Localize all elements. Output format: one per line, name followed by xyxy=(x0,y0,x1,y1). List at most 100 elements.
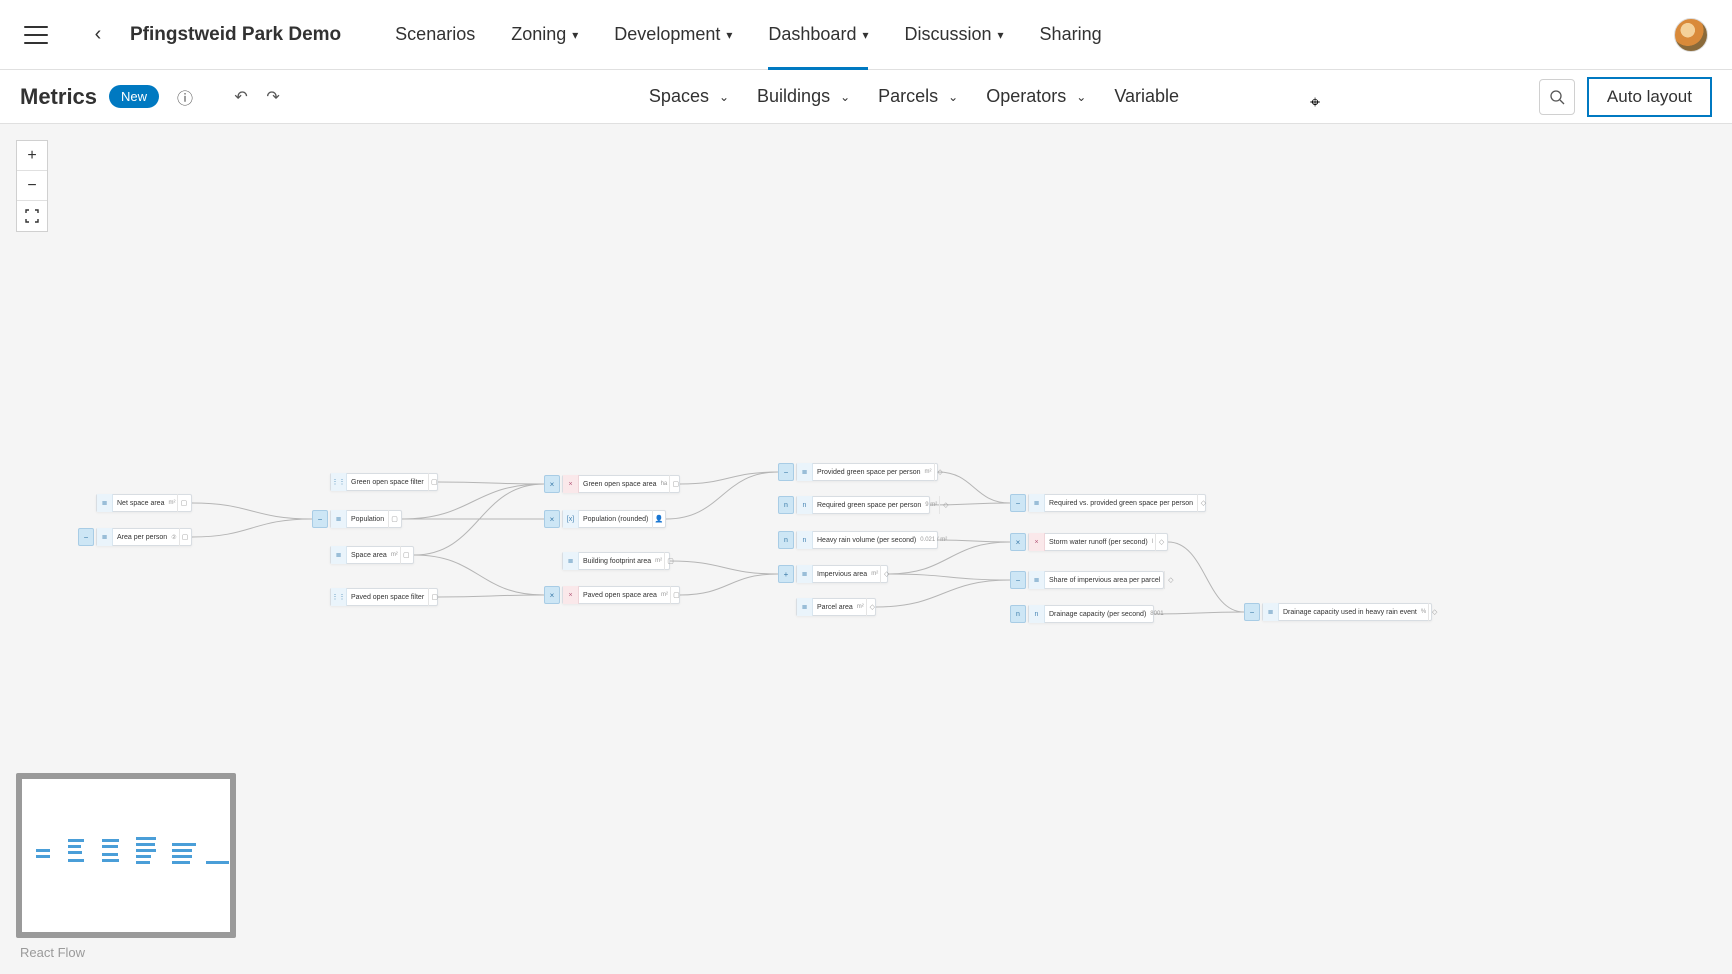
flow-node[interactable]: ≣Area per person②▢ xyxy=(96,528,192,546)
nav-zoning[interactable]: Zoning▾ xyxy=(493,0,596,70)
flow-node[interactable]: ×Paved open space aream²▢ xyxy=(562,586,680,604)
hamburger-icon[interactable] xyxy=(24,26,48,44)
node-inport[interactable] xyxy=(1010,571,1026,589)
node-output-icon: ◇ xyxy=(880,565,892,583)
node-inport[interactable] xyxy=(778,565,794,583)
flow-node[interactable]: nDrainage capacity (per second)8001 xyxy=(1028,605,1154,623)
node-unit: m² xyxy=(391,552,400,558)
canvas[interactable]: + − ≣Net space aream²▢ ≣Area per person②▢… xyxy=(0,124,1732,974)
node-inport[interactable] xyxy=(312,510,328,528)
auto-layout-button[interactable]: Auto layout xyxy=(1587,77,1712,117)
node-unit: m² xyxy=(925,469,934,475)
node-inport[interactable] xyxy=(1010,494,1026,512)
flow-node[interactable]: ≣Parcel aream²◇ xyxy=(796,598,876,616)
node-label: Parcel area xyxy=(813,604,857,611)
flow-node[interactable]: ≣Space aream²▢ xyxy=(330,546,414,564)
chevron-down-icon: ⌄ xyxy=(719,90,729,104)
node-type-icon: n xyxy=(1029,605,1045,623)
flow-node[interactable]: nHeavy rain volume (per second)0.021 / m… xyxy=(796,531,938,549)
flow-node[interactable]: ≣Drainage capacity used in heavy rain ev… xyxy=(1262,603,1432,621)
zoom-controls: + − xyxy=(16,140,48,232)
back-button[interactable]: ‹ xyxy=(86,23,110,47)
node-output-icon: ◇ xyxy=(866,598,878,616)
info-icon[interactable]: ⓘ xyxy=(169,81,201,113)
node-output-icon: ▢ xyxy=(428,588,440,606)
toolbar-spaces[interactable]: Spaces ⌄ xyxy=(649,86,729,107)
node-output-icon: ▢ xyxy=(428,473,440,491)
node-label: Green open space area xyxy=(579,481,661,488)
flow-node[interactable]: nRequired green space per person9 m²◇ xyxy=(796,496,930,514)
nav-development[interactable]: Development▾ xyxy=(596,0,750,70)
node-label: Storm water runoff (per second) xyxy=(1045,539,1152,546)
node-unit: m² xyxy=(871,571,880,577)
undo-icon[interactable]: ↶ xyxy=(225,81,257,113)
minimap[interactable] xyxy=(16,773,236,938)
new-badge[interactable]: New xyxy=(109,85,159,108)
node-inport[interactable] xyxy=(1010,533,1026,551)
avatar[interactable] xyxy=(1674,18,1708,52)
node-unit: m² xyxy=(661,592,670,598)
page-title: Metrics xyxy=(20,84,97,110)
flow-node[interactable]: ≣Net space aream²▢ xyxy=(96,494,192,512)
chevron-down-icon: ⌄ xyxy=(948,90,958,104)
node-output-icon: ▢ xyxy=(400,546,412,564)
node-type-icon: [x] xyxy=(563,510,579,528)
node-inport[interactable] xyxy=(778,463,794,481)
node-output-icon: ◇ xyxy=(1164,571,1176,589)
flow-node[interactable]: ⋮⋮Green open space filter▢ xyxy=(330,473,438,491)
node-inport[interactable] xyxy=(78,528,94,546)
toolbar-drop-label: Spaces xyxy=(649,86,709,107)
node-inport[interactable] xyxy=(544,510,560,528)
toolbar-parcels[interactable]: Parcels⌄ xyxy=(878,86,958,107)
flow-node[interactable]: ≣Share of impervious area per parcel◇ xyxy=(1028,571,1164,589)
nav-dashboard[interactable]: Dashboard▾ xyxy=(750,0,886,70)
zoom-in-button[interactable]: + xyxy=(17,141,47,171)
flow-node[interactable]: ≣Building footprint aream²▢ xyxy=(562,552,670,570)
toolbar-operators[interactable]: Operators⌄ xyxy=(986,86,1086,107)
flow-node[interactable]: ≣Provided green space per personm²◇ xyxy=(796,463,938,481)
flow-node[interactable]: ×Storm water runoff (per second)l◇ xyxy=(1028,533,1168,551)
toolbar-variable[interactable]: Variable xyxy=(1114,86,1179,107)
search-icon[interactable] xyxy=(1539,79,1575,115)
node-output-icon: ◇ xyxy=(1428,603,1440,621)
node-label: Drainage capacity (per second) xyxy=(1045,611,1150,618)
flow-node[interactable]: ≣Required vs. provided green space per p… xyxy=(1028,494,1206,512)
node-unit: m² xyxy=(857,604,866,610)
node-output-icon: ▢ xyxy=(179,528,191,546)
node-unit: 8001 xyxy=(1150,611,1165,617)
node-type-icon: ≣ xyxy=(331,546,347,564)
node-inport[interactable] xyxy=(1010,605,1026,623)
flow-node[interactable]: ⋮⋮Paved open space filter▢ xyxy=(330,588,438,606)
node-output-icon: ◇ xyxy=(939,496,951,514)
node-label: Provided green space per person xyxy=(813,469,925,476)
chevron-down-icon: ▾ xyxy=(862,28,868,42)
redo-icon[interactable]: ↷ xyxy=(257,81,289,113)
nav-scenarios[interactable]: Scenarios xyxy=(377,0,493,70)
node-inport[interactable] xyxy=(544,475,560,493)
flow-node[interactable]: ≣Population▢ xyxy=(330,510,402,528)
node-type-icon: ≣ xyxy=(97,494,113,512)
node-type-icon: × xyxy=(1029,533,1045,551)
node-label: Building footprint area xyxy=(579,558,655,565)
node-unit: 9 m² xyxy=(925,502,939,508)
nav-sharing[interactable]: Sharing xyxy=(1022,0,1120,70)
flow-node[interactable]: ×Green open space areaha▢ xyxy=(562,475,680,493)
zoom-out-button[interactable]: − xyxy=(17,171,47,201)
node-inport[interactable] xyxy=(544,586,560,604)
node-inport[interactable] xyxy=(778,531,794,549)
node-type-icon: ≣ xyxy=(97,528,113,546)
flow-node[interactable]: [x]Population (rounded)👤 xyxy=(562,510,666,528)
node-unit: % xyxy=(1421,609,1428,615)
react-flow-label: React Flow xyxy=(20,945,85,960)
flow-node[interactable]: ≣Impervious aream²◇ xyxy=(796,565,888,583)
node-inport[interactable] xyxy=(778,496,794,514)
node-inport[interactable] xyxy=(1244,603,1260,621)
nav-discussion[interactable]: Discussion▾ xyxy=(886,0,1021,70)
node-label: Green open space filter xyxy=(347,479,428,486)
toolbar-buildings[interactable]: Buildings⌄ xyxy=(757,86,850,107)
node-type-icon: n xyxy=(797,531,813,549)
node-output-icon: 👤 xyxy=(652,510,664,528)
node-output-icon: ◇ xyxy=(1155,533,1167,551)
node-output-icon: ◇ xyxy=(1197,494,1209,512)
fit-view-button[interactable] xyxy=(17,201,47,231)
